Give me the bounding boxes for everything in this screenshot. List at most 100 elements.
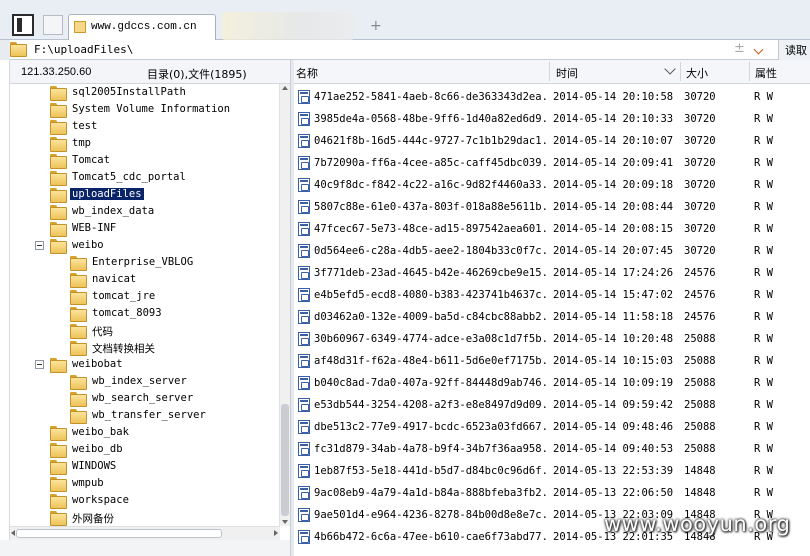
file-time: 2014-05-14 10:20:48 bbox=[553, 333, 674, 345]
file-row[interactable]: 1eb87f53-5e18-441d-b5d7-d84bc0c96d6f... 2… bbox=[294, 460, 810, 482]
new-tab-button[interactable]: + bbox=[370, 18, 382, 34]
file-attr: R W bbox=[754, 113, 773, 125]
folder-icon bbox=[70, 273, 87, 288]
file-size: 30720 bbox=[684, 113, 716, 125]
file-row[interactable]: 5807c88e-61e0-437a-803f-018a88e5611b... 2… bbox=[294, 196, 810, 218]
scroll-left-icon[interactable] bbox=[11, 530, 15, 536]
folder-icon bbox=[50, 120, 67, 135]
file-time: 2014-05-14 20:09:41 bbox=[553, 157, 674, 169]
file-size: 14848 bbox=[684, 465, 716, 477]
file-icon bbox=[298, 442, 310, 456]
tree-vertical-scrollbar[interactable] bbox=[279, 84, 290, 526]
file-attr: R W bbox=[754, 201, 773, 213]
file-attr: R W bbox=[754, 355, 773, 367]
file-row[interactable]: 47fcec67-5e73-48ce-ad15-897542aea601... 2… bbox=[294, 218, 810, 240]
chevron-down-icon[interactable] bbox=[752, 41, 766, 59]
file-attr: R W bbox=[754, 245, 773, 257]
file-row[interactable]: 9ac08eb9-4a79-4a1d-b84a-888bfeba3fb2... 2… bbox=[294, 482, 810, 504]
file-size: 25088 bbox=[684, 355, 716, 367]
tree-horizontal-scrollbar[interactable] bbox=[10, 526, 280, 540]
file-row[interactable]: 30b60967-6349-4774-adce-e3a08c1d7f5b... 2… bbox=[294, 328, 810, 350]
file-row[interactable]: 04621f8b-16d5-444c-9727-7c1b1b29dac1... 2… bbox=[294, 130, 810, 152]
blank-tab-icon[interactable] bbox=[43, 15, 63, 35]
file-time: 2014-05-14 10:15:03 bbox=[553, 355, 674, 367]
tree-item-label: weibo_bak bbox=[72, 426, 129, 438]
file-name: dbe513c2-77e9-4917-bcdc-6523a03fd667... bbox=[314, 421, 550, 433]
column-name[interactable]: 名称 bbox=[296, 65, 318, 81]
file-row[interactable]: fc31d879-34ab-4a78-b9f4-34b7f36aa958... 2… bbox=[294, 438, 810, 460]
collapse-icon[interactable] bbox=[35, 360, 44, 369]
file-row[interactable]: 3f771deb-23ad-4645-b42e-46269cbe9e15... 2… bbox=[294, 262, 810, 284]
file-row[interactable]: 7b72090a-ff6a-4cee-a85c-caff45dbc039... 2… bbox=[294, 152, 810, 174]
tree-item-label: 外网备份 bbox=[72, 513, 114, 525]
scroll-thumb-horizontal[interactable] bbox=[16, 529, 222, 538]
tree-item-label: workspace bbox=[72, 494, 129, 506]
scroll-right-icon[interactable] bbox=[274, 530, 278, 536]
file-attr: R W bbox=[754, 421, 773, 433]
file-name: 40c9f8dc-f842-4c22-a16c-9d82f4460a33... bbox=[314, 179, 550, 191]
file-name: 1eb87f53-5e18-441d-b5d7-d84bc0c96d6f... bbox=[314, 465, 550, 477]
file-row[interactable]: d03462a0-132e-4009-ba5d-c84cbc88abb2... 2… bbox=[294, 306, 810, 328]
file-row[interactable]: e4b5efd5-ecd8-4080-b383-423741b4637c... 2… bbox=[294, 284, 810, 306]
read-button[interactable]: 读取 bbox=[778, 40, 810, 60]
file-row[interactable]: e53db544-3254-4208-a2f3-e8e8497d9d09... 2… bbox=[294, 394, 810, 416]
file-time: 2014-05-14 20:08:15 bbox=[553, 223, 674, 235]
file-row[interactable]: af48d31f-f62a-48e4-b611-5d6e0ef7175b... 2… bbox=[294, 350, 810, 372]
folder-icon bbox=[50, 137, 67, 152]
file-attr: R W bbox=[754, 223, 773, 235]
file-row[interactable]: b040c8ad-7da0-407a-92ff-84448d9ab746... 2… bbox=[294, 372, 810, 394]
tree-item-label: wb_transfer_server bbox=[92, 409, 206, 421]
info-row: 121.33.250.60 目录(0),文件(1895) bbox=[10, 60, 295, 84]
folder-icon bbox=[50, 86, 67, 101]
file-name: 3f771deb-23ad-4645-b42e-46269cbe9e15... bbox=[314, 267, 550, 279]
scroll-thumb[interactable] bbox=[281, 404, 289, 516]
tree-item-label: weibobat bbox=[72, 358, 123, 370]
column-divider[interactable] bbox=[749, 62, 750, 81]
tree-item-label: tomcat_jre bbox=[92, 290, 156, 302]
file-attr: R W bbox=[754, 157, 773, 169]
file-size: 30720 bbox=[684, 223, 716, 235]
file-attr: R W bbox=[754, 443, 773, 455]
tree-item-label: wmpub bbox=[72, 477, 104, 489]
collapse-icon[interactable] bbox=[35, 241, 44, 250]
file-row[interactable]: 3985de4a-0568-48be-9ff6-1d40a82ed6d9... 2… bbox=[294, 108, 810, 130]
file-name: 0d564ee6-c28a-4db5-aee2-1804b33c0f7c... bbox=[314, 245, 550, 257]
folder-icon bbox=[50, 205, 67, 220]
file-row[interactable]: dbe513c2-77e9-4917-bcdc-6523a03fd667... 2… bbox=[294, 416, 810, 438]
file-time: 2014-05-13 22:53:39 bbox=[553, 465, 674, 477]
path-input[interactable]: F:\uploadFiles\ bbox=[34, 43, 133, 56]
folder-icon bbox=[50, 188, 67, 203]
file-attr: R W bbox=[754, 179, 773, 191]
file-icon bbox=[298, 530, 310, 544]
file-icon bbox=[298, 486, 310, 500]
file-size: 14848 bbox=[684, 487, 716, 499]
folder-icon bbox=[50, 239, 67, 254]
column-attr[interactable]: 属性 bbox=[755, 65, 777, 81]
file-time: 2014-05-14 09:48:46 bbox=[553, 421, 674, 433]
column-divider[interactable] bbox=[549, 62, 550, 81]
column-size[interactable]: 大小 bbox=[686, 65, 708, 81]
folder-icon bbox=[70, 409, 87, 424]
plus-minus-icon[interactable]: ± bbox=[734, 41, 745, 56]
file-row[interactable]: 0d564ee6-c28a-4db5-aee2-1804b33c0f7c... 2… bbox=[294, 240, 810, 262]
file-name: 9ae501d4-e964-4236-8278-84b00d8e8e7c... bbox=[314, 509, 550, 521]
left-margin bbox=[0, 60, 10, 556]
folder-icon bbox=[70, 307, 87, 322]
file-row[interactable]: 40c9f8dc-f842-4c22-a16c-9d82f4460a33... 2… bbox=[294, 174, 810, 196]
sidebar-toggle-icon[interactable] bbox=[12, 14, 34, 36]
file-name: 04621f8b-16d5-444c-9727-7c1b1b29dac1... bbox=[314, 135, 550, 147]
column-divider[interactable] bbox=[680, 62, 681, 81]
file-name: b040c8ad-7da0-407a-92ff-84448d9ab746... bbox=[314, 377, 550, 389]
tab-active[interactable]: www.gdccs.com.cn bbox=[68, 14, 216, 40]
file-row[interactable]: 471ae252-5841-4aeb-8c66-de363343d2ea... 2… bbox=[294, 86, 810, 108]
scroll-up-icon[interactable] bbox=[282, 86, 288, 90]
tree-item-label: Enterprise_VBLOG bbox=[92, 256, 194, 268]
scroll-down-icon[interactable] bbox=[282, 520, 288, 524]
column-time[interactable]: 时间 bbox=[556, 65, 578, 81]
file-size: 24576 bbox=[684, 289, 716, 301]
file-name: e53db544-3254-4208-a2f3-e8e8497d9d09... bbox=[314, 399, 550, 411]
file-icon bbox=[298, 310, 310, 324]
tree-item-label: wb_index_server bbox=[92, 375, 187, 387]
file-size: 30720 bbox=[684, 201, 716, 213]
tab-blurred[interactable] bbox=[222, 12, 354, 40]
